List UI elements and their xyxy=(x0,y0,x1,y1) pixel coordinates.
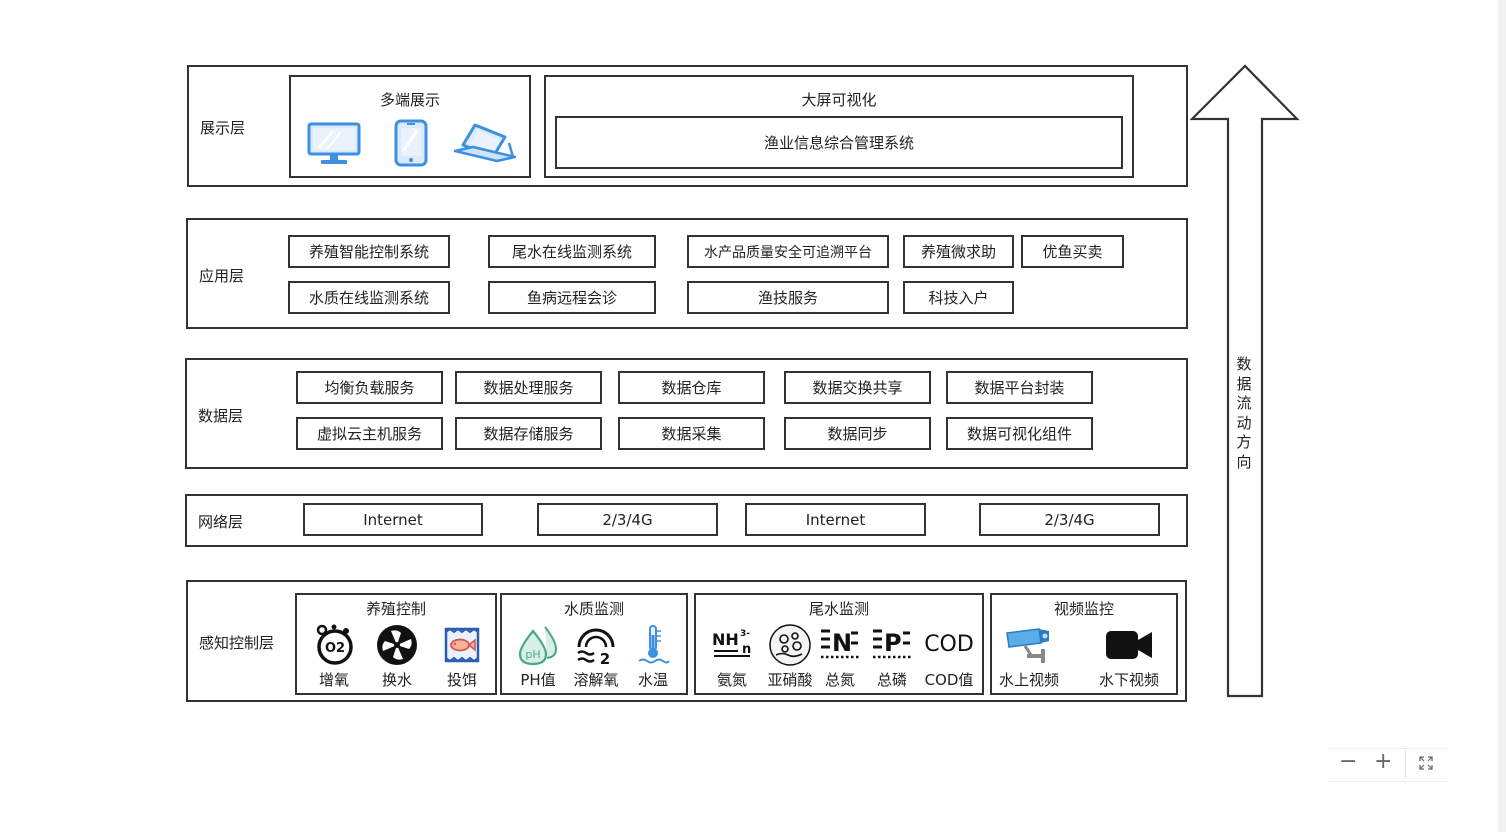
display-layer-label: 展示层 xyxy=(200,119,246,137)
big-screen-title: 大屏可视化 xyxy=(801,91,877,109)
water-temp-label: 水温 xyxy=(637,671,668,689)
data-flow-char-6: 向 xyxy=(1236,452,1252,471)
svg-text:n: n xyxy=(742,642,751,657)
network-mobile-2: 2/3/4G xyxy=(979,503,1160,536)
network-internet-2: Internet xyxy=(745,503,926,536)
data-flow-char-5: 方 xyxy=(1236,433,1252,451)
svg-text:3-: 3- xyxy=(740,629,750,639)
fishery-management-system-box: 渔业信息综合管理系统 xyxy=(555,116,1123,169)
fan-icon xyxy=(377,625,417,665)
app-traceability-platform: 水产品质量安全可追溯平台 xyxy=(687,235,889,268)
app-water-quality-monitoring: 水质在线监测系统 xyxy=(288,281,450,314)
tailwater-title: 尾水监测 xyxy=(808,600,869,618)
data-virtual-host-service: 虚拟云主机服务 xyxy=(296,417,443,450)
app-tailwater-monitoring: 尾水在线监测系统 xyxy=(488,235,656,268)
ammonia-icon: NH 3- n xyxy=(712,629,751,657)
network-internet-1: Internet xyxy=(303,503,483,536)
underwater-video-item: 水下视频 xyxy=(1092,623,1166,690)
zoom-out-button[interactable]: − xyxy=(1339,749,1357,774)
tailwater-group: 尾水监测 NH 3- n 氨氮 亚硝酸 N 总氮 P 总磷 COD COD值 xyxy=(694,593,984,695)
fullscreen-icon[interactable] xyxy=(1419,756,1433,770)
ph-drop-icon: pH xyxy=(518,626,558,666)
water-change-label: 换水 xyxy=(381,671,412,689)
app-fish-trade: 优鱼买卖 xyxy=(1021,235,1124,268)
svg-text:N: N xyxy=(832,629,852,657)
phone-icon xyxy=(394,119,428,167)
data-flow-char-4: 动 xyxy=(1236,413,1252,432)
data-storage-service: 数据存储服务 xyxy=(455,417,602,450)
data-sync: 数据同步 xyxy=(784,417,931,450)
above-water-video-item: 水上视频 xyxy=(994,623,1064,690)
data-flow-char-3: 流 xyxy=(1236,394,1252,412)
total-phosphorus-icon: P xyxy=(873,629,911,659)
app-fish-disease-consult: 鱼病远程会诊 xyxy=(488,281,656,314)
thermometer-icon xyxy=(638,625,670,664)
data-exchange-share: 数据交换共享 xyxy=(784,371,931,404)
water-change-item: 换水 xyxy=(362,623,432,690)
data-platform-encapsulation: 数据平台封装 xyxy=(946,371,1093,404)
data-load-balancing: 均衡负载服务 xyxy=(296,371,443,404)
cod-label: COD值 xyxy=(924,671,974,689)
data-visualization-component: 数据可视化组件 xyxy=(946,417,1093,450)
app-tech-to-household: 科技入户 xyxy=(903,281,1014,314)
video-monitoring-group: 视频监控 水上视频 水下视频 xyxy=(990,593,1178,695)
tablet-icon xyxy=(453,123,517,163)
svg-text:2: 2 xyxy=(600,650,610,667)
water-temp-item: 水温 xyxy=(618,623,688,690)
underwater-video-label: 水下视频 xyxy=(1098,671,1159,689)
app-fishery-tech-service: 渔技服务 xyxy=(687,281,889,314)
water-quality-group: 水质监测 pH PH值 2 溶解氧 水温 xyxy=(500,593,688,695)
data-layer-label: 数据层 xyxy=(198,407,244,425)
cod-item: COD COD值 xyxy=(914,623,984,690)
zoom-in-button[interactable]: + xyxy=(1374,749,1392,774)
feeding-item: 投饵 xyxy=(427,623,497,690)
sensing-control-layer-label: 感知控制层 xyxy=(199,634,275,652)
app-smart-farming-control: 养殖智能控制系统 xyxy=(288,235,450,268)
zoom-divider xyxy=(1405,750,1406,778)
oxygenation-label: 增氧 xyxy=(318,671,349,689)
scrollbar-track[interactable] xyxy=(1498,0,1506,832)
multi-end-display-group: 多端展示 xyxy=(289,75,531,178)
monitor-icon xyxy=(307,122,361,164)
data-warehouse: 数据仓库 xyxy=(618,371,765,404)
cod-icon: COD xyxy=(924,632,974,657)
security-camera-icon xyxy=(1006,628,1049,663)
svg-text:pH: pH xyxy=(525,648,540,661)
oxygenation-item: O2 增氧 xyxy=(299,623,369,690)
feeding-label: 投饵 xyxy=(446,671,477,689)
oxygen-icon: O2 xyxy=(316,624,353,665)
data-collection: 数据采集 xyxy=(618,417,765,450)
total-nitrogen-icon: N xyxy=(821,629,859,659)
app-farming-help: 养殖微求助 xyxy=(903,235,1014,268)
video-monitoring-title: 视频监控 xyxy=(1053,600,1114,618)
application-layer-label: 应用层 xyxy=(199,267,245,285)
fish-feed-icon xyxy=(444,627,480,663)
svg-text:NH: NH xyxy=(712,630,739,649)
farming-control-group: 养殖控制 O2 增氧 换水 投饵 xyxy=(295,593,497,695)
above-water-video-label: 水上视频 xyxy=(998,671,1059,689)
svg-text:P: P xyxy=(884,629,902,657)
data-flow-char-2: 据 xyxy=(1236,374,1252,393)
video-camera-icon xyxy=(1106,631,1152,659)
water-quality-title: 水质监测 xyxy=(563,600,624,618)
network-layer-label: 网络层 xyxy=(198,513,244,531)
farming-control-title: 养殖控制 xyxy=(365,600,426,618)
dissolved-oxygen-icon: 2 xyxy=(577,628,615,667)
svg-text:O2: O2 xyxy=(325,641,345,656)
data-processing-service: 数据处理服务 xyxy=(455,371,602,404)
data-flow-char-1: 数 xyxy=(1236,355,1252,373)
network-mobile-1: 2/3/4G xyxy=(537,503,718,536)
multi-end-display-title: 多端展示 xyxy=(379,91,440,109)
